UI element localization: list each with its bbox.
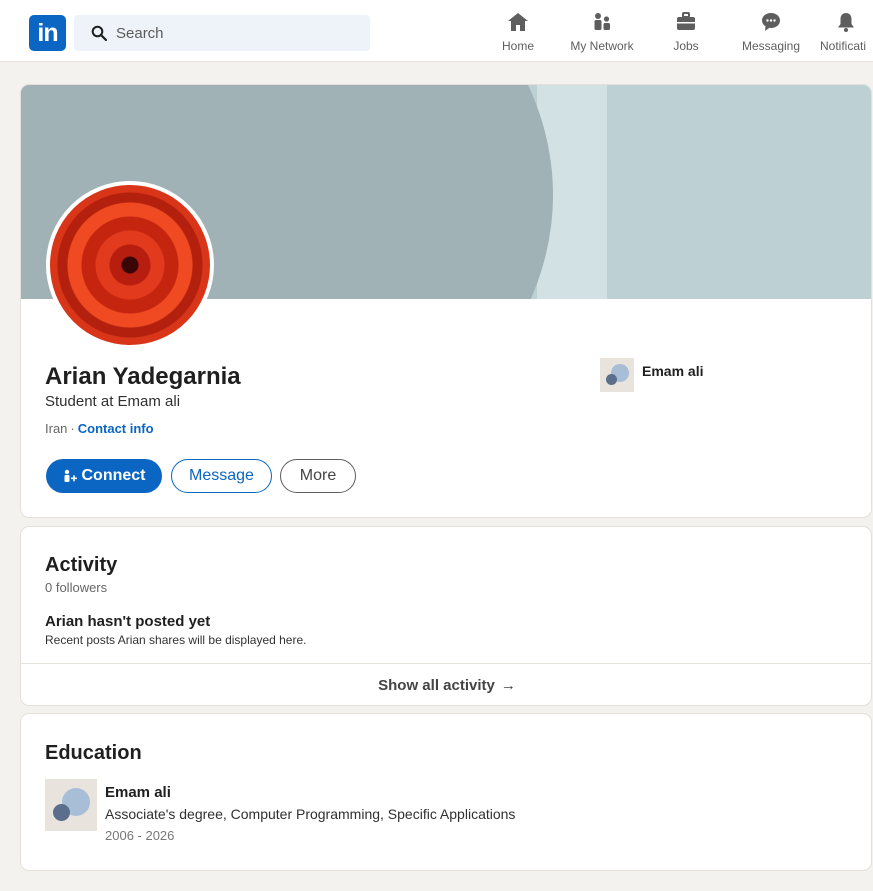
add-person-icon xyxy=(64,469,77,482)
profile-location: Iran xyxy=(45,421,68,436)
top-nav-bar: in Home My Network Jobs Messaging Notifi… xyxy=(0,0,873,62)
network-icon xyxy=(594,13,610,30)
education-years: 2006 - 2026 xyxy=(105,828,175,843)
search-input[interactable] xyxy=(116,15,356,51)
more-button[interactable]: More xyxy=(280,459,356,493)
search-box[interactable] xyxy=(74,15,370,51)
no-posts-title: Arian hasn't posted yet xyxy=(45,613,211,630)
show-all-activity-label: Show all activity xyxy=(378,677,495,694)
profile-headline: Student at Emam ali xyxy=(45,393,181,410)
linkedin-logo[interactable]: in xyxy=(29,15,66,51)
location-separator: · xyxy=(70,421,75,436)
profile-location-line: Iran · Contact info xyxy=(45,421,154,436)
nav-my-network[interactable]: My Network xyxy=(565,10,639,56)
profile-name: Arian Yadegarnia xyxy=(45,363,241,390)
education-card: Education Emam ali Associate's degree, C… xyxy=(20,713,872,871)
nav-notifications[interactable]: Notificati xyxy=(818,10,873,56)
messaging-icon xyxy=(762,13,780,31)
home-icon xyxy=(508,13,528,31)
activity-card: Activity 0 followers Arian hasn't posted… xyxy=(20,526,872,706)
arrow-right-icon: → xyxy=(500,677,516,694)
followers-count[interactable]: 0 followers xyxy=(45,580,107,595)
nav-home-label: Home xyxy=(501,39,534,53)
bell-icon xyxy=(837,13,854,32)
nav-messaging[interactable]: Messaging xyxy=(738,10,804,56)
nav-jobs-label: Jobs xyxy=(673,39,699,53)
nav-home[interactable]: Home xyxy=(498,10,538,56)
activity-title: Activity xyxy=(45,554,118,576)
current-organization[interactable]: Emam ali xyxy=(600,358,703,392)
no-posts-subtitle: Recent posts Arian shares will be displa… xyxy=(45,633,307,647)
nav-notifications-label: Notificati xyxy=(820,39,867,53)
profile-card: Arian Yadegarnia Student at Emam ali Ira… xyxy=(20,84,872,518)
degree-text: Associate's degree, Computer Programming… xyxy=(105,806,516,822)
search-icon xyxy=(91,25,107,41)
school-name[interactable]: Emam ali xyxy=(105,784,171,801)
contact-info-link[interactable]: Contact info xyxy=(78,421,154,436)
show-all-activity-button[interactable]: Show all activity → xyxy=(21,663,871,705)
message-button[interactable]: Message xyxy=(171,459,272,493)
nav-my-network-label: My Network xyxy=(570,39,634,53)
profile-avatar[interactable] xyxy=(46,181,214,349)
school-logo[interactable] xyxy=(45,779,97,831)
nav-jobs[interactable]: Jobs xyxy=(668,10,704,56)
connect-button[interactable]: Connect xyxy=(46,459,162,493)
education-title: Education xyxy=(45,742,142,764)
briefcase-icon xyxy=(677,12,695,30)
organization-logo xyxy=(600,358,634,392)
organization-name: Emam ali xyxy=(642,363,704,379)
connect-button-label: Connect xyxy=(81,467,146,484)
nav-messaging-label: Messaging xyxy=(741,39,801,53)
